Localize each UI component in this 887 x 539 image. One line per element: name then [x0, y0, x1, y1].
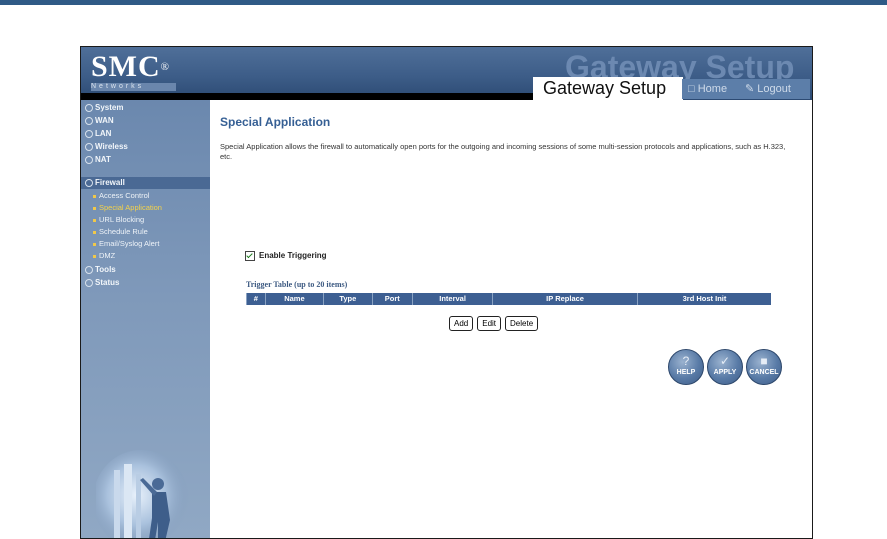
home-icon: □: [688, 83, 695, 95]
sub-bullet-icon: [93, 254, 96, 258]
bullet-icon: [85, 278, 93, 287]
bullet-icon: [85, 142, 93, 151]
main-content: Special Application Special Application …: [210, 100, 812, 538]
enable-triggering-row[interactable]: Enable Triggering: [245, 251, 327, 261]
bullet-icon: [85, 129, 93, 138]
help-icon: ?: [682, 354, 690, 368]
sidebar-sub-dmz[interactable]: DMZ: [93, 251, 115, 261]
apply-button[interactable]: ✓ APPLY: [707, 349, 743, 385]
sidebar-sub-schedule-rule[interactable]: Schedule Rule: [93, 227, 148, 237]
col-header-ip-replace: IP Replace: [492, 293, 638, 305]
sidebar-item-nat[interactable]: NAT: [85, 155, 111, 165]
edit-button[interactable]: Edit: [477, 316, 502, 331]
top-rule: [0, 0, 887, 5]
col-header-interval: Interval: [412, 293, 493, 305]
sub-bullet-icon: [93, 206, 96, 210]
sub-bullet-icon: [93, 218, 96, 222]
router-admin-window: SMC® Networks Gateway Setup Gateway Setu…: [80, 46, 813, 539]
sidebar-item-tools[interactable]: Tools: [85, 265, 116, 275]
sidebar-item-lan[interactable]: LAN: [85, 129, 111, 139]
page-title: Special Application: [220, 115, 331, 129]
gateway-setup-title: Gateway Setup: [543, 78, 667, 98]
logout-link[interactable]: ✎ Logout: [745, 82, 791, 96]
sidebar-item-wan[interactable]: WAN: [85, 116, 114, 126]
sidebar-item-status[interactable]: Status: [85, 278, 119, 288]
sidebar-sub-access-control[interactable]: Access Control: [93, 191, 149, 201]
help-button[interactable]: ? HELP: [668, 349, 704, 385]
trigger-table: # Name Type Port Interval IP Replace 3rd…: [246, 293, 771, 305]
col-header-type: Type: [323, 293, 373, 305]
trigger-table-caption: Trigger Table (up to 20 items): [246, 280, 348, 289]
table-button-row: Add Edit Delete: [449, 313, 542, 331]
page-description: Special Application allows the firewall …: [220, 142, 786, 161]
bullet-icon: [85, 155, 93, 164]
sidebar-sub-url-blocking[interactable]: URL Blocking: [93, 215, 144, 225]
header-banner: SMC® Networks Gateway Setup Gateway Setu…: [81, 47, 812, 100]
apply-icon: ✓: [719, 354, 731, 368]
sidebar-item-firewall[interactable]: Firewall: [85, 178, 125, 188]
logout-icon: ✎: [745, 83, 755, 95]
trigger-table-header-row: # Name Type Port Interval IP Replace 3rd…: [246, 293, 771, 305]
bullet-icon: [85, 178, 93, 187]
col-header-name: Name: [264, 293, 324, 305]
bullet-icon: [85, 116, 93, 125]
add-button[interactable]: Add: [449, 316, 474, 331]
cancel-icon: ■: [760, 354, 768, 368]
sidebar-sub-email-syslog-alert[interactable]: Email/Syslog Alert: [93, 239, 159, 249]
sidebar-item-system[interactable]: System: [85, 103, 123, 113]
sidebar-decorative-figure: [96, 450, 189, 538]
header-black-bar: [81, 93, 551, 100]
col-header-3rd-host-init: 3rd Host Init: [637, 293, 771, 305]
bullet-icon: [85, 103, 93, 112]
sub-bullet-icon: [93, 242, 96, 246]
sub-bullet-icon: [93, 194, 96, 198]
delete-button[interactable]: Delete: [505, 316, 539, 331]
logo-subtitle: Networks: [91, 83, 176, 91]
sidebar-sub-special-application[interactable]: Special Application: [93, 203, 162, 213]
enable-triggering-checkbox[interactable]: [245, 251, 255, 261]
sidebar-item-wireless[interactable]: Wireless: [85, 142, 128, 152]
sub-bullet-icon: [93, 230, 96, 234]
col-header-number: #: [246, 293, 266, 305]
smc-logo: SMC®: [91, 50, 171, 83]
home-link[interactable]: □ Home: [688, 82, 727, 96]
col-header-port: Port: [371, 293, 413, 305]
bullet-icon: [85, 265, 93, 274]
cancel-button[interactable]: ■ CANCEL: [746, 349, 782, 385]
sidebar: System WAN LAN Wireless NAT Firewall Acc…: [81, 100, 210, 538]
